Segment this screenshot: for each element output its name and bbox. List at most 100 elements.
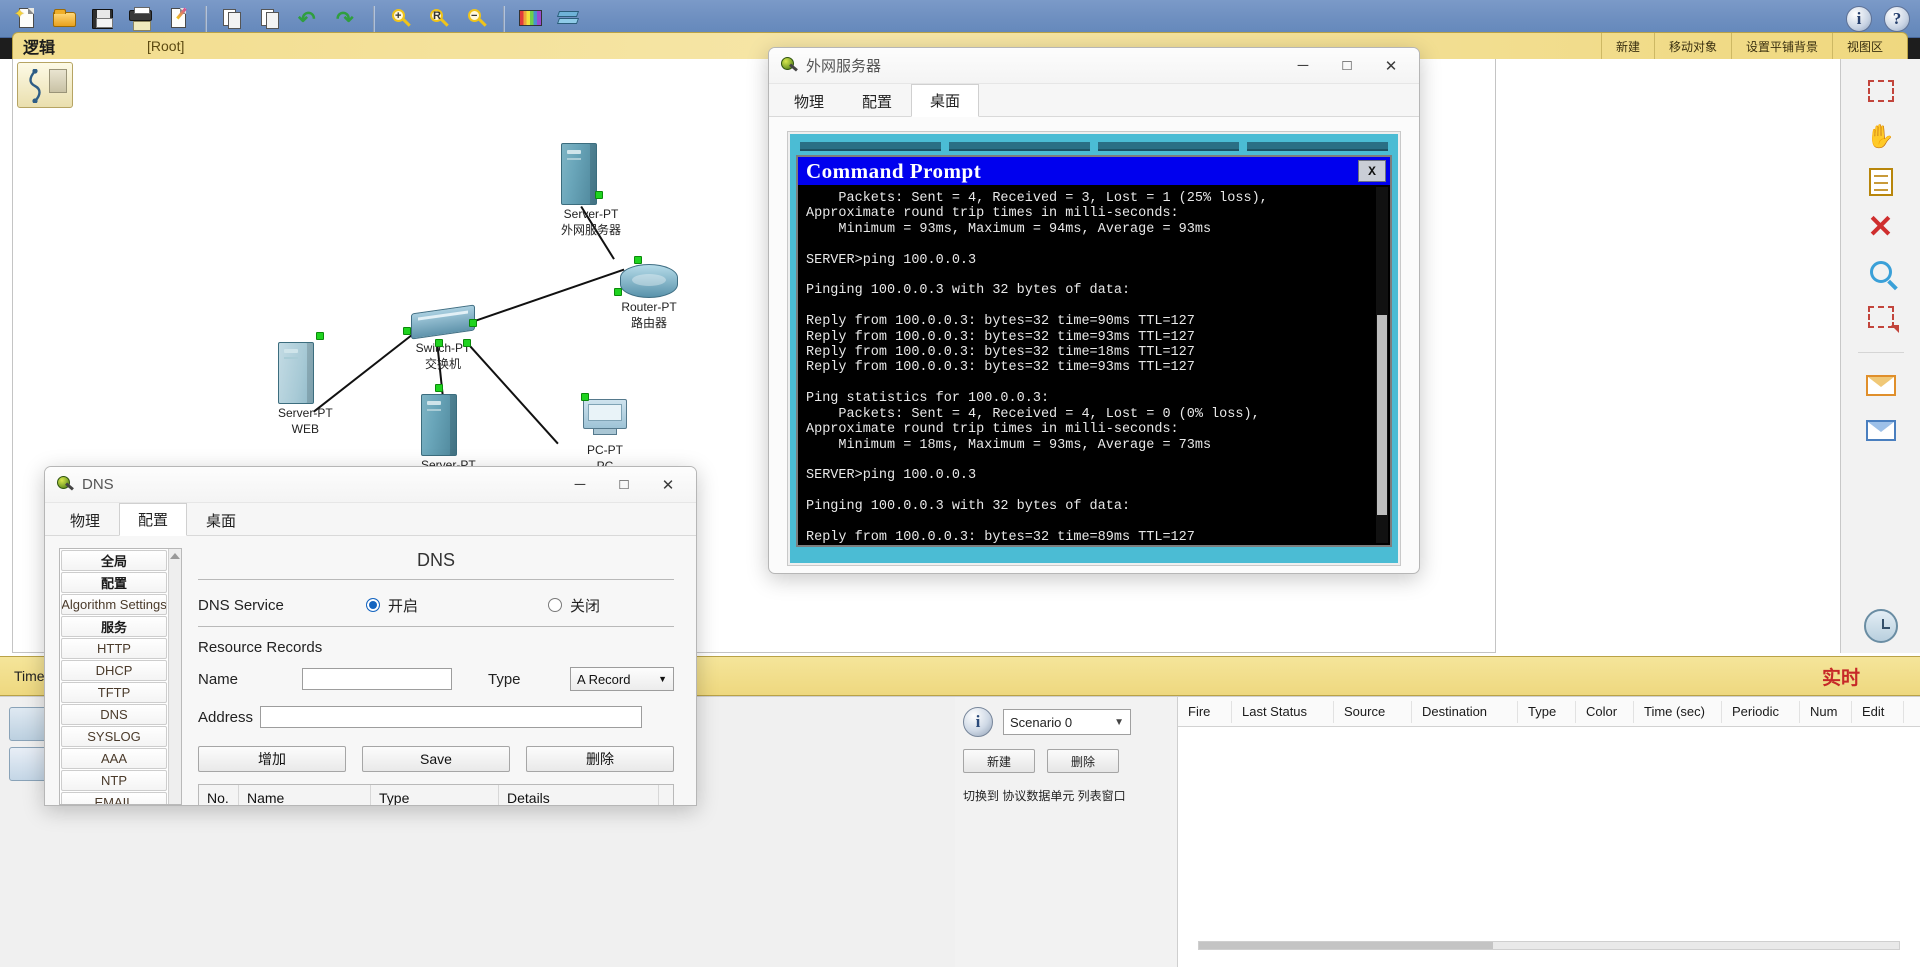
delete-record-button[interactable]: 删除: [526, 746, 674, 772]
print-icon[interactable]: [124, 3, 158, 35]
tab-config[interactable]: 配置: [119, 503, 188, 536]
tab-physical[interactable]: 物理: [775, 84, 843, 117]
pdu-table-horizontal-scrollbar[interactable]: [1198, 941, 1900, 950]
realtime-clock-icon[interactable]: [1854, 608, 1908, 644]
dns-settings-sidebar[interactable]: 全局 配置 Algorithm Settings 服务 HTTP DHCP TF…: [59, 548, 182, 805]
hand-pan-tool-icon[interactable]: ✋: [1854, 118, 1908, 154]
simple-pdu-tool-icon[interactable]: [1854, 367, 1908, 403]
sidebar-item-syslog[interactable]: SYSLOG: [61, 726, 167, 747]
scenario-new-button[interactable]: 新建: [963, 749, 1035, 773]
column-source[interactable]: Source: [1334, 700, 1412, 723]
address-input[interactable]: [260, 706, 642, 728]
column-num[interactable]: Num: [1800, 700, 1852, 723]
zoom-out-icon[interactable]: −: [460, 3, 494, 35]
help-icon[interactable]: ?: [1884, 5, 1910, 32]
column-type[interactable]: Type: [371, 785, 499, 805]
save-icon[interactable]: [86, 3, 120, 35]
column-no[interactable]: No.: [199, 785, 239, 805]
maximize-icon[interactable]: □: [1325, 49, 1369, 83]
column-type[interactable]: Type: [1518, 700, 1576, 723]
column-last-status[interactable]: Last Status: [1232, 700, 1334, 723]
dns-config-window[interactable]: DNS ─ □ ✕ 物理 配置 桌面 全局 配置 Algorithm Setti…: [44, 466, 697, 806]
workspace-viewport[interactable]: 视图区: [1831, 33, 1897, 59]
dns-service-on-radio[interactable]: 开启: [366, 595, 418, 616]
tab-config[interactable]: 配置: [843, 84, 911, 117]
layers-icon[interactable]: [552, 3, 586, 35]
server-window-titlebar[interactable]: 外网服务器 ─ □ ✕: [769, 48, 1419, 84]
scenario-delete-button[interactable]: 删除: [1047, 749, 1119, 773]
scroll-up-icon[interactable]: [170, 553, 180, 559]
command-prompt-window[interactable]: Command Prompt X Packets: Sent = 4, Rece…: [796, 155, 1392, 547]
command-prompt-close-icon[interactable]: X: [1358, 160, 1386, 182]
info-icon[interactable]: i: [1846, 5, 1872, 32]
server-window[interactable]: 外网服务器 ─ □ ✕ 物理 配置 桌面 Command Prompt X Pa…: [768, 47, 1420, 574]
workspace-set-tiled-background[interactable]: 设置平铺背景: [1730, 33, 1832, 59]
minimize-icon[interactable]: ─: [1281, 49, 1325, 83]
node-dns-server[interactable]: Server-PT: [421, 384, 476, 472]
redo-icon[interactable]: ↷: [330, 3, 364, 35]
column-time-sec[interactable]: Time (sec): [1634, 700, 1722, 723]
command-prompt-output[interactable]: Packets: Sent = 4, Received = 3, Lost = …: [798, 185, 1390, 545]
column-color[interactable]: Color: [1576, 700, 1634, 723]
sidebar-item-http[interactable]: HTTP: [61, 638, 167, 659]
sidebar-item-settings[interactable]: 配置: [61, 572, 167, 593]
name-input[interactable]: [302, 668, 452, 690]
maximize-icon[interactable]: □: [602, 468, 646, 502]
tab-desktop[interactable]: 桌面: [187, 503, 255, 536]
zoom-in-icon[interactable]: +: [384, 3, 418, 35]
close-icon[interactable]: ✕: [646, 468, 690, 502]
sidebar-item-dns[interactable]: DNS: [61, 704, 167, 725]
cluster-badge-icon[interactable]: [17, 62, 73, 108]
workspace-new-cluster[interactable]: 新建: [1600, 33, 1654, 59]
node-switch[interactable]: Switch-PT 交换机: [403, 304, 477, 371]
resize-shape-tool-icon[interactable]: [1854, 299, 1908, 335]
node-router[interactable]: Router-PT 路由器: [614, 256, 678, 330]
root-breadcrumb[interactable]: [Root]: [147, 38, 184, 54]
column-fire[interactable]: Fire: [1178, 700, 1232, 723]
type-select[interactable]: A Record ▼: [570, 667, 674, 691]
tab-desktop[interactable]: 桌面: [911, 84, 980, 117]
paste-icon[interactable]: [254, 3, 288, 35]
save-record-button[interactable]: Save: [362, 746, 510, 772]
sidebar-scrollbar[interactable]: [168, 549, 181, 804]
sidebar-item-dhcp[interactable]: DHCP: [61, 660, 167, 681]
sidebar-item-global[interactable]: 全局: [61, 550, 167, 571]
zoom-reset-icon[interactable]: R: [422, 3, 456, 35]
column-name[interactable]: Name: [239, 785, 371, 805]
delete-tool-icon[interactable]: ✕: [1854, 209, 1908, 245]
palette-icon[interactable]: [514, 3, 548, 35]
node-web-server[interactable]: Server-PT WEB: [278, 332, 333, 436]
sidebar-item-services[interactable]: 服务: [61, 616, 167, 637]
node-pc[interactable]: PC-PT PC: [581, 393, 627, 473]
add-record-button[interactable]: 增加: [198, 746, 346, 772]
logical-mode-label[interactable]: 逻辑: [23, 34, 55, 58]
workspace-move-object[interactable]: 移动对象: [1653, 33, 1731, 59]
complex-pdu-tool-icon[interactable]: [1854, 412, 1908, 448]
undo-icon[interactable]: ↶: [292, 3, 326, 35]
node-wai-wang-server[interactable]: Server-PT 外网服务器: [561, 143, 621, 237]
new-file-icon[interactable]: ✦: [10, 3, 44, 35]
sidebar-item-tftp[interactable]: TFTP: [61, 682, 167, 703]
column-destination[interactable]: Destination: [1412, 700, 1518, 723]
sidebar-item-email[interactable]: EMAIL: [61, 792, 167, 804]
tab-physical[interactable]: 物理: [51, 503, 119, 536]
open-folder-icon[interactable]: [48, 3, 82, 35]
inspect-tool-icon[interactable]: [1854, 254, 1908, 290]
dns-window-titlebar[interactable]: DNS ─ □ ✕: [45, 467, 696, 503]
column-details[interactable]: Details: [499, 785, 659, 805]
select-tool-icon[interactable]: [1854, 73, 1908, 109]
sidebar-item-aaa[interactable]: AAA: [61, 748, 167, 769]
edit-icon[interactable]: [162, 3, 196, 35]
column-periodic[interactable]: Periodic: [1722, 700, 1800, 723]
command-prompt-scrollbar[interactable]: [1376, 187, 1388, 543]
minimize-icon[interactable]: ─: [558, 468, 602, 502]
copy-icon[interactable]: [216, 3, 250, 35]
note-tool-icon[interactable]: [1854, 163, 1908, 199]
dns-service-off-radio[interactable]: 关闭: [548, 595, 600, 616]
scenario-select[interactable]: Scenario 0 ▼: [1003, 709, 1131, 735]
toggle-pdu-list-link[interactable]: 切换到 协议数据单元 列表窗口: [963, 787, 1163, 804]
close-icon[interactable]: ✕: [1369, 49, 1413, 83]
column-edit[interactable]: Edit: [1852, 700, 1904, 723]
sidebar-item-algorithm-settings[interactable]: Algorithm Settings: [61, 594, 167, 615]
sidebar-item-ntp[interactable]: NTP: [61, 770, 167, 791]
